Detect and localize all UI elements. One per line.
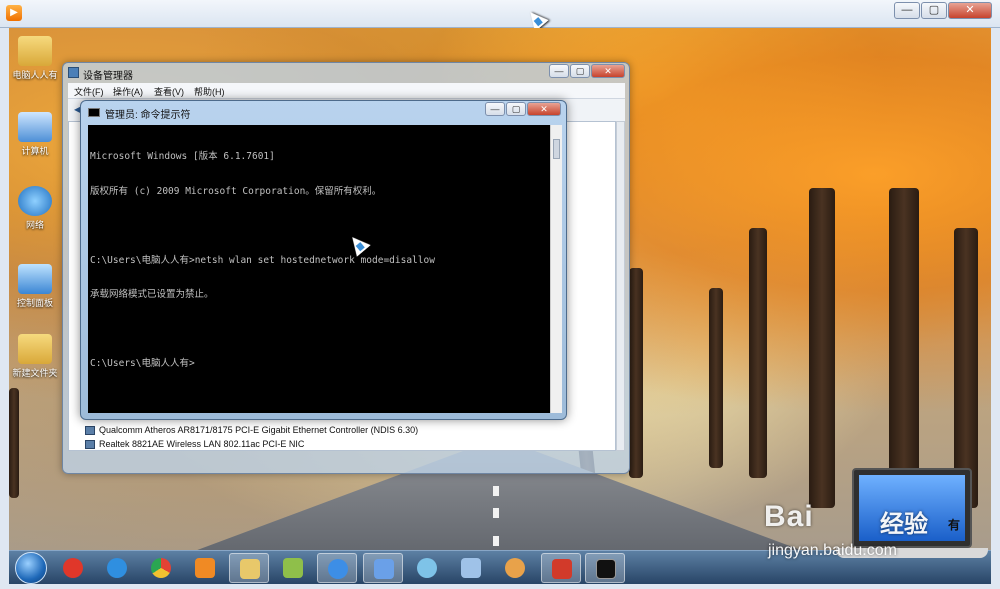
network-icon	[18, 186, 52, 216]
device-manager-menubar: 文件(F) 操作(A) 查看(V) 帮助(H)	[68, 83, 625, 99]
taskbar-item[interactable]	[97, 553, 137, 583]
console-output[interactable]: Microsoft Windows [版本 6.1.7601] 版权所有 (c)…	[88, 125, 550, 413]
taskbar-item[interactable]	[141, 553, 181, 583]
computer-icon	[18, 112, 52, 142]
jingyan-logo: 经验	[880, 511, 928, 538]
toolbox-icon	[552, 559, 572, 579]
devmgr-minimize-button[interactable]: —	[549, 64, 569, 78]
folder-share-icon	[283, 558, 303, 578]
taskbar-item[interactable]	[273, 553, 313, 583]
jiangmin-icon	[63, 558, 83, 578]
menu-help[interactable]: 帮助(H)	[194, 85, 225, 98]
paint-icon	[505, 558, 525, 578]
network-adapter-icon	[85, 426, 95, 435]
desktop-icon-user-folder[interactable]: 电脑人人有	[9, 36, 65, 81]
chrome-icon	[151, 558, 171, 578]
taskbar-item[interactable]	[407, 553, 447, 583]
cmd-restore-button[interactable]: ▢	[506, 102, 526, 116]
folder-icon	[18, 36, 52, 66]
control-panel-icon	[18, 264, 52, 294]
start-button[interactable]	[15, 552, 47, 584]
network-settings-icon	[417, 558, 437, 578]
devmgr-close-button[interactable]: ✕	[591, 64, 625, 78]
player-title-bar: ▶ — ▢ ✕	[0, 0, 1000, 28]
taskbar-item[interactable]	[451, 553, 491, 583]
desktop-icon-new-folder[interactable]: 新建文件夹	[9, 334, 65, 379]
cmd-close-button[interactable]: ✕	[527, 102, 561, 116]
baidu-logo: Bai	[764, 500, 814, 533]
taskbar-item[interactable]	[495, 553, 535, 583]
command-prompt-icon	[88, 108, 100, 117]
device-manager-icon	[68, 67, 79, 78]
restore-button[interactable]: ▢	[921, 2, 947, 19]
command-prompt-title: 管理员: 命令提示符	[105, 110, 191, 121]
baidu-jingyan-watermark: Bai 经验 有 jingyan.baidu.com	[756, 462, 996, 582]
document-icon	[374, 559, 394, 579]
taskbar-item[interactable]	[363, 553, 403, 583]
taskbar-item[interactable]	[229, 553, 269, 583]
console-line: 版权所有 (c) 2009 Microsoft Corporation。保留所有…	[90, 185, 382, 197]
console-scrollbar[interactable]	[550, 125, 562, 413]
device-manager-title: 设备管理器	[83, 71, 133, 82]
browser-icon	[328, 559, 348, 579]
desktop-icon-control-panel[interactable]: 控制面板	[9, 264, 65, 309]
command-prompt-icon	[596, 559, 616, 579]
taskbar-item[interactable]	[185, 553, 225, 583]
taskbar-item[interactable]	[541, 553, 581, 583]
taskbar-item[interactable]	[317, 553, 357, 583]
player-app-icon: ▶	[6, 5, 22, 21]
close-button[interactable]: ✕	[948, 2, 992, 19]
devmgr-restore-button[interactable]: ▢	[570, 64, 590, 78]
media-player-icon	[195, 558, 215, 578]
laptop-text: 有	[948, 518, 961, 532]
menu-view[interactable]: 查看(V)	[154, 85, 184, 98]
file-explorer-icon	[240, 559, 260, 579]
console-line: Microsoft Windows [版本 6.1.7601]	[90, 151, 275, 162]
network-adapter-icon	[85, 440, 95, 449]
console-scroll-thumb[interactable]	[553, 139, 560, 159]
minimize-button[interactable]: —	[894, 2, 920, 19]
cmd-minimize-button[interactable]: —	[485, 102, 505, 116]
menu-action[interactable]: 操作(A)	[113, 85, 143, 98]
taskbar-item[interactable]	[53, 553, 93, 583]
console-line: C:\Users\电脑人人有>netsh wlan set hostednetw…	[90, 254, 435, 266]
remote-desktop-icon	[461, 558, 481, 578]
taskbar-item-command-prompt[interactable]	[585, 553, 625, 583]
console-line: 承载网络模式已设置为禁止。	[90, 289, 214, 300]
command-prompt-window[interactable]: 管理员: 命令提示符 — ▢ ✕ Microsoft Windows [版本 6…	[80, 100, 567, 420]
desktop-icon-computer[interactable]: 计算机	[9, 112, 65, 157]
menu-file[interactable]: 文件(F)	[74, 85, 104, 98]
watermark-url: jingyan.baidu.com	[768, 542, 897, 559]
tree-item-ethernet[interactable]: Qualcomm Atheros AR8171/8175 PCI-E Gigab…	[85, 425, 418, 435]
internet-explorer-icon	[107, 558, 127, 578]
tree-item-wireless[interactable]: Realtek 8821AE Wireless LAN 802.11ac PCI…	[85, 439, 304, 449]
folder-icon	[18, 334, 52, 364]
console-prompt: C:\Users\电脑人人有>	[90, 358, 195, 369]
desktop-icon-network[interactable]: 网络	[9, 186, 65, 231]
device-tree-scrollbar[interactable]	[616, 121, 625, 451]
